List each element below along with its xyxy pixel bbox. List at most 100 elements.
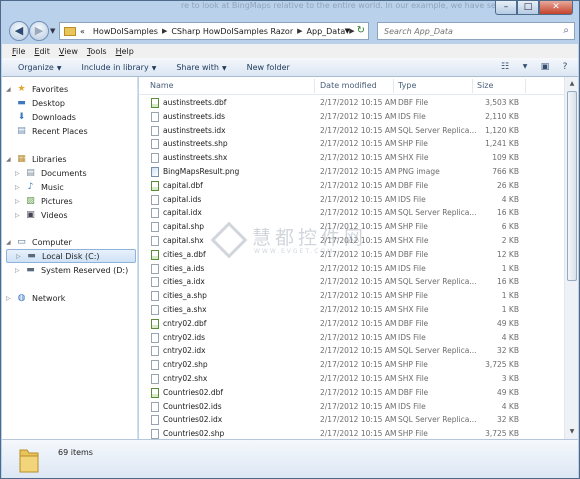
collapsed-triangle-icon[interactable]: ▷ bbox=[15, 212, 24, 219]
preview-pane-icon[interactable]: ▣ bbox=[538, 61, 552, 73]
column-divider[interactable] bbox=[525, 79, 526, 93]
file-name[interactable]: Countries02.idx bbox=[163, 415, 222, 424]
file-name[interactable]: capital.shp bbox=[163, 222, 204, 231]
new-folder-button[interactable]: New folder bbox=[247, 63, 290, 72]
file-row[interactable]: austinstreets.dbf 2/17/2012 10:15 AM DBF F… bbox=[139, 96, 564, 110]
file-name[interactable]: cntry02.idx bbox=[163, 346, 206, 355]
menu-edit[interactable]: Edit bbox=[34, 47, 50, 56]
file-name[interactable]: austinstreets.shx bbox=[163, 153, 227, 162]
file-name[interactable]: austinstreets.ids bbox=[163, 112, 225, 121]
scroll-down-icon[interactable]: ▼ bbox=[566, 426, 578, 438]
breadcrumb-howdoisamples[interactable]: HowDoISamples bbox=[93, 27, 158, 36]
file-name[interactable]: cntry02.ids bbox=[163, 333, 205, 342]
file-name[interactable]: austinstreets.dbf bbox=[163, 98, 226, 107]
search-input[interactable] bbox=[378, 23, 548, 39]
column-divider[interactable] bbox=[393, 79, 394, 93]
breadcrumb-overflow[interactable]: « bbox=[80, 27, 85, 36]
file-row[interactable]: austinstreets.shp 2/17/2012 10:15 AM SHP F… bbox=[139, 137, 564, 151]
file-row[interactable]: capital.idx 2/17/2012 10:15 AM SQL Server … bbox=[139, 206, 564, 220]
chevron-right-icon[interactable]: ▶ bbox=[349, 27, 354, 35]
file-name[interactable]: cities_a.ids bbox=[163, 264, 204, 273]
file-row[interactable]: cntry02.shx 2/17/2012 10:15 AM SHX File 3 K… bbox=[139, 372, 564, 386]
nav-desktop[interactable]: ▬ Desktop bbox=[15, 96, 65, 110]
collapsed-triangle-icon[interactable]: ▷ bbox=[15, 170, 24, 177]
maximize-button[interactable]: □ bbox=[517, 1, 539, 15]
breadcrumb-app-data[interactable]: App_Data bbox=[307, 27, 346, 36]
file-name[interactable]: BingMapsResult.png bbox=[163, 167, 239, 176]
view-dropdown-icon[interactable]: ▼ bbox=[518, 61, 532, 73]
chevron-right-icon[interactable]: ▶ bbox=[297, 27, 302, 35]
collapsed-triangle-icon[interactable]: ▷ bbox=[15, 267, 24, 274]
file-row[interactable]: austinstreets.shx 2/17/2012 10:15 AM SHX F… bbox=[139, 151, 564, 165]
menu-help[interactable]: Help bbox=[116, 47, 134, 56]
file-row[interactable]: cities_a.ids 2/17/2012 10:15 AM IDS File 1 … bbox=[139, 262, 564, 276]
column-header-type[interactable]: Type bbox=[398, 81, 416, 90]
file-row[interactable]: Countries02.shp 2/17/2012 10:15 AM SHP Fil… bbox=[139, 427, 564, 439]
file-name[interactable]: cntry02.shx bbox=[163, 374, 207, 383]
file-row[interactable]: BingMapsResult.png 2/17/2012 10:15 AM PNG … bbox=[139, 165, 564, 179]
file-row[interactable]: Countries02.ids 2/17/2012 10:15 AM IDS Fil… bbox=[139, 400, 564, 414]
file-name[interactable]: Countries02.ids bbox=[163, 402, 222, 411]
nav-libraries[interactable]: ◢ ▦ Libraries bbox=[6, 152, 67, 166]
collapsed-triangle-icon[interactable]: ▷ bbox=[15, 198, 24, 205]
file-row[interactable]: cities_a.shx 2/17/2012 10:15 AM SHX File 1 … bbox=[139, 303, 564, 317]
include-in-library-button[interactable]: Include in library ▼ bbox=[81, 63, 156, 72]
chevron-right-icon[interactable]: ▶ bbox=[162, 27, 167, 35]
scroll-up-icon[interactable]: ▲ bbox=[566, 78, 578, 90]
nav-videos[interactable]: ▷ ▣ Videos bbox=[15, 208, 68, 222]
file-row[interactable]: cities_a.shp 2/17/2012 10:15 AM SHP File 1 … bbox=[139, 289, 564, 303]
nav-system-reserved-d[interactable]: ▷ ▬ System Reserved (D:) bbox=[15, 263, 128, 277]
file-name[interactable]: cities_a.dbf bbox=[163, 250, 206, 259]
breadcrumb-csharp-razor[interactable]: CSharp HowDoISamples Razor bbox=[171, 27, 293, 36]
file-row[interactable]: cntry02.ids 2/17/2012 10:15 AM IDS File 4 K… bbox=[139, 331, 564, 345]
forward-button[interactable]: ▶ bbox=[29, 21, 49, 41]
collapsed-triangle-icon[interactable]: ▷ bbox=[15, 184, 24, 191]
column-header-name[interactable]: Name bbox=[150, 81, 174, 90]
search-icon[interactable]: ⌕ bbox=[563, 25, 569, 36]
file-name[interactable]: cntry02.dbf bbox=[163, 319, 206, 328]
file-row[interactable]: cntry02.shp 2/17/2012 10:15 AM SHP File 3,7… bbox=[139, 358, 564, 372]
collapsed-triangle-icon[interactable]: ▷ bbox=[6, 295, 15, 302]
file-name[interactable]: cities_a.shp bbox=[163, 291, 207, 300]
refresh-icon[interactable]: ↻ bbox=[357, 25, 365, 36]
column-header-size[interactable]: Size bbox=[477, 81, 493, 90]
organize-button[interactable]: Organize ▼ bbox=[18, 63, 61, 72]
file-name[interactable]: austinstreets.idx bbox=[163, 126, 226, 135]
file-name[interactable]: Countries02.shp bbox=[163, 429, 224, 438]
expand-triangle-icon[interactable]: ◢ bbox=[6, 156, 15, 163]
file-name[interactable]: cntry02.shp bbox=[163, 360, 208, 369]
nav-documents[interactable]: ▷ ▤ Documents bbox=[15, 166, 87, 180]
nav-recent-places[interactable]: ▤ Recent Places bbox=[15, 124, 87, 138]
nav-computer[interactable]: ◢ ▭ Computer bbox=[6, 235, 72, 249]
nav-downloads[interactable]: ⬇ Downloads bbox=[15, 110, 76, 124]
address-bar[interactable]: « HowDoISamples ▶ CSharp HowDoISamples R… bbox=[59, 22, 369, 40]
collapsed-triangle-icon[interactable]: ▷ bbox=[16, 253, 25, 260]
recent-pages-dropdown-icon[interactable]: ▼ bbox=[50, 27, 55, 35]
nav-music[interactable]: ▷ ♪ Music bbox=[15, 180, 64, 194]
nav-favorites[interactable]: ◢ ★ Favorites bbox=[6, 82, 68, 96]
address-dropdown-icon[interactable]: ▼ bbox=[345, 27, 350, 35]
file-row[interactable]: cities_a.idx 2/17/2012 10:15 AM SQL Server… bbox=[139, 275, 564, 289]
file-name[interactable]: Countries02.dbf bbox=[163, 388, 223, 397]
file-row[interactable]: austinstreets.idx 2/17/2012 10:15 AM SQL S… bbox=[139, 124, 564, 138]
minimize-button[interactable]: – bbox=[495, 1, 517, 15]
file-name[interactable]: cities_a.idx bbox=[163, 277, 205, 286]
close-button[interactable]: ✕ bbox=[539, 1, 573, 15]
file-row[interactable]: capital.shx 2/17/2012 10:15 AM SHX File 2 K… bbox=[139, 234, 564, 248]
file-row[interactable]: capital.shp 2/17/2012 10:15 AM SHP File 6 K… bbox=[139, 220, 564, 234]
expand-triangle-icon[interactable]: ◢ bbox=[6, 239, 15, 246]
file-row[interactable]: capital.ids 2/17/2012 10:15 AM IDS File 4 K… bbox=[139, 193, 564, 207]
file-name[interactable]: austinstreets.shp bbox=[163, 139, 228, 148]
file-name[interactable]: capital.idx bbox=[163, 208, 202, 217]
vertical-scrollbar[interactable]: ▲ ▼ bbox=[564, 77, 578, 439]
change-view-icon[interactable]: ☷ bbox=[498, 61, 512, 73]
file-row[interactable]: Countries02.idx 2/17/2012 10:15 AM SQL Ser… bbox=[139, 413, 564, 427]
search-box[interactable]: ⌕ bbox=[377, 22, 575, 40]
menu-file[interactable]: File bbox=[12, 47, 25, 56]
column-divider[interactable] bbox=[314, 79, 315, 93]
file-row[interactable]: cntry02.dbf 2/17/2012 10:15 AM DBF File 49 … bbox=[139, 317, 564, 331]
menu-tools[interactable]: Tools bbox=[87, 47, 107, 56]
file-name[interactable]: capital.shx bbox=[163, 236, 204, 245]
file-name[interactable]: capital.dbf bbox=[163, 181, 203, 190]
file-row[interactable]: cntry02.idx 2/17/2012 10:15 AM SQL Server … bbox=[139, 344, 564, 358]
